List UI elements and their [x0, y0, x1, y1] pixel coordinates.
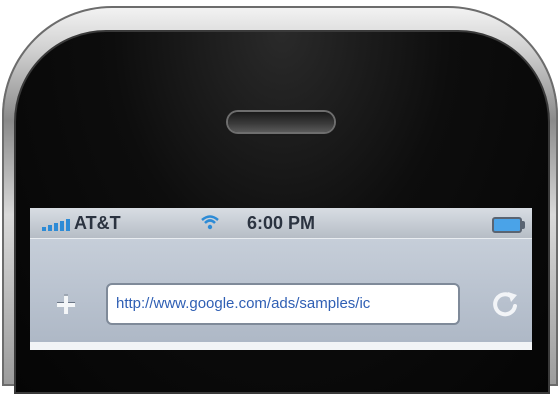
add-bookmark-button[interactable]: +: [48, 287, 84, 323]
phone-screen: AT&T 6:00 PM + http://www.google.com/ads…: [30, 208, 532, 350]
reload-icon[interactable]: [488, 287, 522, 321]
status-time: 6:00 PM: [246, 213, 316, 233]
status-bar: AT&T 6:00 PM: [30, 208, 532, 238]
page-content: [30, 342, 532, 350]
earpiece-speaker: [228, 112, 334, 132]
browser-toolbar: + http://www.google.com/ads/samples/ic: [30, 238, 532, 343]
battery-icon: [492, 217, 525, 233]
url-field[interactable]: http://www.google.com/ads/samples/ic: [106, 283, 460, 325]
